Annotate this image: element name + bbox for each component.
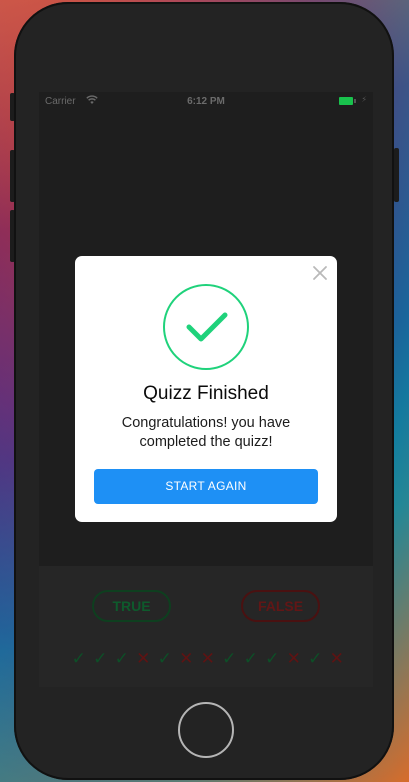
wrong-mark-icon: ✕ bbox=[136, 649, 151, 668]
score-progress: ✓ ✓ ✓ ✕ ✓ ✕ ✕ ✓ ✓ ✓ ✕ ✓ ✕ bbox=[68, 649, 348, 669]
false-button[interactable]: FALSE bbox=[241, 590, 320, 622]
result-dialog: Quizz Finished Congratulations! you have… bbox=[75, 256, 337, 522]
dialog-title: Quizz Finished bbox=[143, 383, 269, 404]
start-again-button[interactable]: START AGAIN bbox=[94, 469, 318, 504]
wrong-mark-icon: ✕ bbox=[329, 649, 344, 668]
correct-mark-icon: ✓ bbox=[71, 649, 86, 668]
correct-mark-icon: ✓ bbox=[93, 649, 108, 668]
wrong-mark-icon: ✕ bbox=[286, 649, 301, 668]
correct-mark-icon: ✓ bbox=[222, 649, 237, 668]
wrong-mark-icon: ✕ bbox=[179, 649, 194, 668]
close-icon[interactable] bbox=[312, 265, 328, 281]
clock: 6:12 PM bbox=[187, 96, 225, 107]
battery-tip bbox=[354, 99, 356, 103]
check-icon bbox=[186, 312, 228, 342]
status-bar: Carrier 6:12 PM ⚡ bbox=[39, 92, 373, 112]
correct-mark-icon: ✓ bbox=[157, 649, 172, 668]
answer-panel: TRUE FALSE ✓ ✓ ✓ ✕ ✓ ✕ ✕ ✓ ✓ ✓ ✕ ✓ ✕ bbox=[39, 566, 373, 687]
correct-mark-icon: ✓ bbox=[243, 649, 258, 668]
success-badge bbox=[163, 284, 249, 370]
battery-icon bbox=[339, 97, 353, 105]
correct-mark-icon: ✓ bbox=[114, 649, 129, 668]
power-button bbox=[394, 148, 399, 202]
dialog-message: Congratulations! you have completed the … bbox=[121, 415, 291, 450]
charging-icon: ⚡ bbox=[361, 95, 367, 104]
correct-mark-icon: ✓ bbox=[308, 649, 323, 668]
correct-mark-icon: ✓ bbox=[265, 649, 280, 668]
home-button[interactable] bbox=[178, 702, 234, 758]
true-button[interactable]: TRUE bbox=[92, 590, 171, 622]
wrong-mark-icon: ✕ bbox=[200, 649, 215, 668]
